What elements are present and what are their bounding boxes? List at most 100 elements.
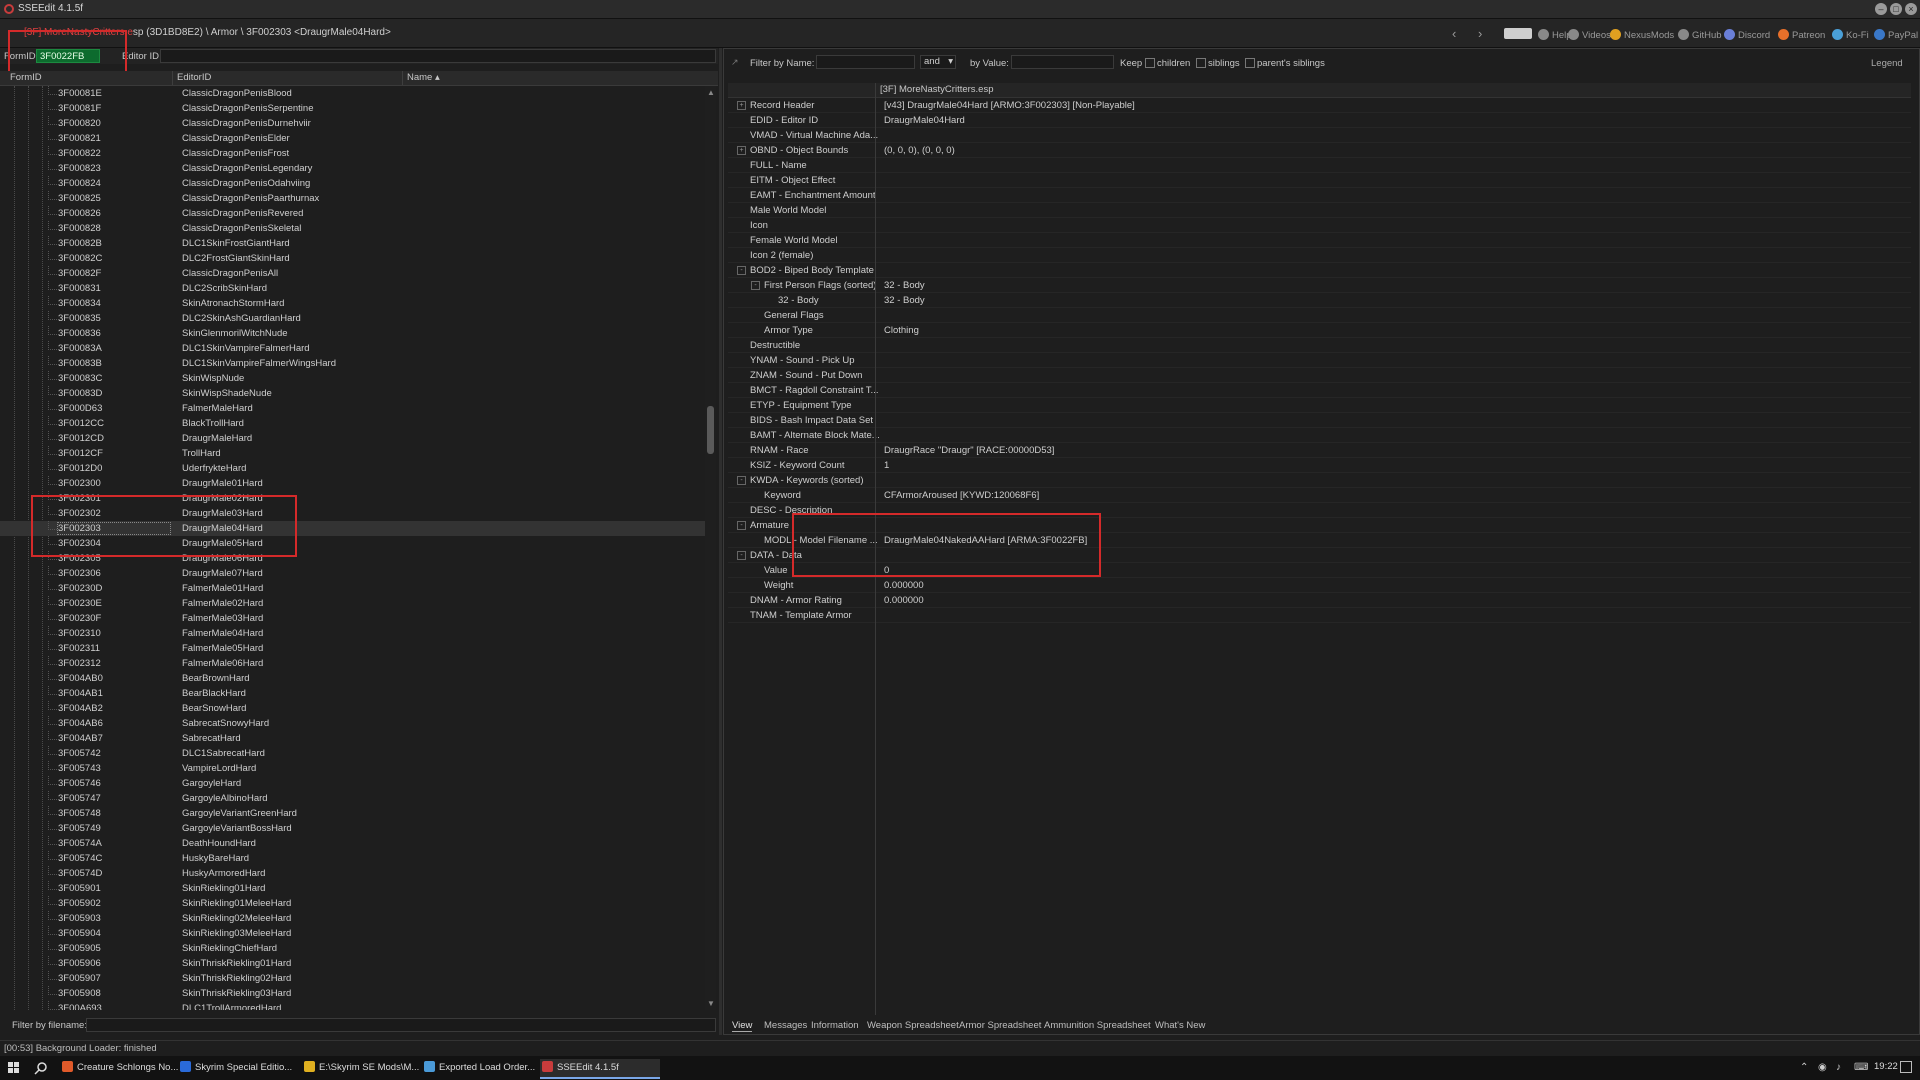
record-field-row[interactable]: Female World Model <box>728 233 1911 248</box>
table-row[interactable]: 3F005904 SkinRiekling03MeleeHard <box>0 926 705 941</box>
table-row[interactable]: 3F0012CF TrollHard <box>0 446 705 461</box>
close-icon[interactable]: × <box>1905 3 1917 15</box>
record-field-row[interactable]: + OBND - Object Bounds (0, 0, 0), (0, 0, 0… <box>728 143 1911 158</box>
taskbar-item[interactable]: Skyrim Special Editio... <box>178 1059 296 1077</box>
minimize-icon[interactable]: – <box>1875 3 1887 15</box>
table-row[interactable]: 3F002311 FalmerMale05Hard <box>0 641 705 656</box>
table-row[interactable]: 3F000834 SkinAtronachStormHard <box>0 296 705 311</box>
table-row[interactable]: 3F000823 ClassicDragonPenisLegendary <box>0 161 705 176</box>
table-row[interactable]: 3F005907 SkinThriskRiekling02Hard <box>0 971 705 986</box>
table-row[interactable]: 3F00082C DLC2FrostGiantSkinHard <box>0 251 705 266</box>
record-field-row[interactable]: BMCT - Ragdoll Constraint T... <box>728 383 1911 398</box>
record-field-row[interactable]: - BOD2 - Biped Body Template <box>728 263 1911 278</box>
top-link-paypal[interactable]: PayPal <box>1874 29 1918 41</box>
clock[interactable]: 19:22 <box>1874 1061 1898 1072</box>
record-field-row[interactable]: Icon 2 (female) <box>728 248 1911 263</box>
record-field-row[interactable]: Icon <box>728 218 1911 233</box>
record-field-row[interactable]: General Flags <box>728 308 1911 323</box>
record-field-row[interactable]: BAMT - Alternate Block Mate... <box>728 428 1911 443</box>
tab-weapon-spreadsheet[interactable]: Weapon Spreadsheet <box>867 1020 959 1031</box>
record-field-row[interactable]: EAMT - Enchantment Amount <box>728 188 1911 203</box>
table-row[interactable]: 3F00230F FalmerMale03Hard <box>0 611 705 626</box>
language-icon[interactable]: ⌨ <box>1854 1062 1868 1073</box>
scroll-up-icon[interactable]: ▲ <box>707 88 715 97</box>
record-field-row[interactable]: 32 - Body 32 - Body <box>728 293 1911 308</box>
table-row[interactable]: 3F004AB6 SabrecatSnowyHard <box>0 716 705 731</box>
tray-chevron-icon[interactable]: ⌃ <box>1800 1062 1808 1073</box>
volume-icon[interactable]: ♪ <box>1836 1062 1841 1073</box>
table-row[interactable]: 3F00083B DLC1SkinVampireFalmerWingsHard <box>0 356 705 371</box>
siblings-checkbox[interactable] <box>1196 58 1206 68</box>
forward-arrow-icon[interactable]: › <box>1478 26 1482 41</box>
taskbar-item[interactable]: SSEEdit 4.1.5f <box>540 1059 660 1079</box>
table-row[interactable]: 3F005743 VampireLordHard <box>0 761 705 776</box>
collapse-icon[interactable]: - <box>737 476 746 485</box>
record-field-row[interactable]: - First Person Flags (sorted) 32 - Body <box>728 278 1911 293</box>
collapse-icon[interactable]: - <box>737 266 746 275</box>
tab-messages[interactable]: Messages <box>764 1020 807 1031</box>
table-row[interactable]: 3F00230E FalmerMale02Hard <box>0 596 705 611</box>
network-icon[interactable]: ◉ <box>1818 1062 1827 1073</box>
table-row[interactable]: 3F005747 GargoyleAlbinoHard <box>0 791 705 806</box>
record-field-row[interactable]: ZNAM - Sound - Put Down <box>728 368 1911 383</box>
table-row[interactable]: 3F000828 ClassicDragonPenisSkeletal <box>0 221 705 236</box>
record-field-row[interactable]: YNAM - Sound - Pick Up <box>728 353 1911 368</box>
table-row[interactable]: 3F000826 ClassicDragonPenisRevered <box>0 206 705 221</box>
table-row[interactable]: 3F00083D SkinWispShadeNude <box>0 386 705 401</box>
table-row[interactable]: 3F00574D HuskyArmoredHard <box>0 866 705 881</box>
record-field-row[interactable]: TNAM - Template Armor <box>728 608 1911 623</box>
top-link-discord[interactable]: Discord <box>1724 29 1770 41</box>
start-windows-icon[interactable] <box>8 1062 20 1074</box>
table-row[interactable]: 3F005902 SkinRiekling01MeleeHard <box>0 896 705 911</box>
table-row[interactable]: 3F000821 ClassicDragonPenisElder <box>0 131 705 146</box>
table-row[interactable]: 3F005903 SkinRiekling02MeleeHard <box>0 911 705 926</box>
record-field-row[interactable]: KSIZ - Keyword Count 1 <box>728 458 1911 473</box>
table-row[interactable]: 3F00230D FalmerMale01Hard <box>0 581 705 596</box>
table-row[interactable]: 3F002310 FalmerMale04Hard <box>0 626 705 641</box>
table-row[interactable]: 3F00081E ClassicDragonPenisBlood <box>0 86 705 101</box>
table-row[interactable]: 3F00083C SkinWispNude <box>0 371 705 386</box>
children-checkbox[interactable] <box>1145 58 1155 68</box>
table-row[interactable]: 3F002300 DraugrMale01Hard <box>0 476 705 491</box>
table-row[interactable]: 3F002312 FalmerMale06Hard <box>0 656 705 671</box>
table-row[interactable]: 3F005908 SkinThriskRiekling03Hard <box>0 986 705 1001</box>
taskbar-item[interactable]: Creature Schlongs No... <box>60 1059 178 1077</box>
taskbar-item[interactable]: E:\Skyrim SE Mods\M... <box>302 1059 420 1077</box>
col-formid[interactable]: FormID <box>10 72 42 83</box>
record-field-row[interactable]: Armor Type Clothing <box>728 323 1911 338</box>
table-row[interactable]: 3F0012CC BlackTrollHard <box>0 416 705 431</box>
tab-what-s-new[interactable]: What's New <box>1155 1020 1205 1031</box>
table-row[interactable]: 3F000831 DLC2ScribSkinHard <box>0 281 705 296</box>
table-row[interactable]: 3F005901 SkinRiekling01Hard <box>0 881 705 896</box>
collapse-icon[interactable]: - <box>737 551 746 560</box>
table-row[interactable]: 3F00574A DeathHoundHard <box>0 836 705 851</box>
tab-ammunition-spreadsheet[interactable]: Ammunition Spreadsheet <box>1044 1020 1151 1031</box>
top-link-ko-fi[interactable]: Ko-Fi <box>1832 29 1869 41</box>
record-field-row[interactable]: Weight 0.000000 <box>728 578 1911 593</box>
record-field-row[interactable]: Destructible <box>728 338 1911 353</box>
legend-link[interactable]: Legend <box>1871 58 1903 69</box>
filter-name-input[interactable] <box>816 55 915 69</box>
table-row[interactable]: 3F002306 DraugrMale07Hard <box>0 566 705 581</box>
table-row[interactable]: 3F004AB0 BearBrownHard <box>0 671 705 686</box>
table-row[interactable]: 3F000D63 FalmerMaleHard <box>0 401 705 416</box>
table-row[interactable]: 3F004AB1 BearBlackHard <box>0 686 705 701</box>
tab-view[interactable]: View <box>732 1020 753 1032</box>
left-scrollbar[interactable]: ▲ ▼ <box>705 86 716 1010</box>
record-field-row[interactable]: EDID - Editor ID DraugrMale04Hard <box>728 113 1911 128</box>
table-row[interactable]: 3F00A693 DLC1TrollArmoredHard <box>0 1001 705 1010</box>
notification-icon[interactable] <box>1900 1061 1912 1073</box>
table-row[interactable]: 3F005748 GargoyleVariantGreenHard <box>0 806 705 821</box>
table-row[interactable]: 3F005749 GargoyleVariantBossHard <box>0 821 705 836</box>
top-link-help[interactable]: Help <box>1538 29 1572 41</box>
table-row[interactable]: 3F005746 GargoyleHard <box>0 776 705 791</box>
editorid-input[interactable] <box>160 49 716 63</box>
tab-armor-spreadsheet[interactable]: Armor Spreadsheet <box>959 1020 1041 1031</box>
expand-icon[interactable]: + <box>737 101 746 110</box>
maximize-icon[interactable]: □ <box>1890 3 1902 15</box>
table-row[interactable]: 3F000825 ClassicDragonPenisPaarthurnax <box>0 191 705 206</box>
collapse-icon[interactable]: - <box>751 281 760 290</box>
table-row[interactable]: 3F00574C HuskyBareHard <box>0 851 705 866</box>
record-field-row[interactable]: VMAD - Virtual Machine Ada... <box>728 128 1911 143</box>
top-link-patreon[interactable]: Patreon <box>1778 29 1825 41</box>
